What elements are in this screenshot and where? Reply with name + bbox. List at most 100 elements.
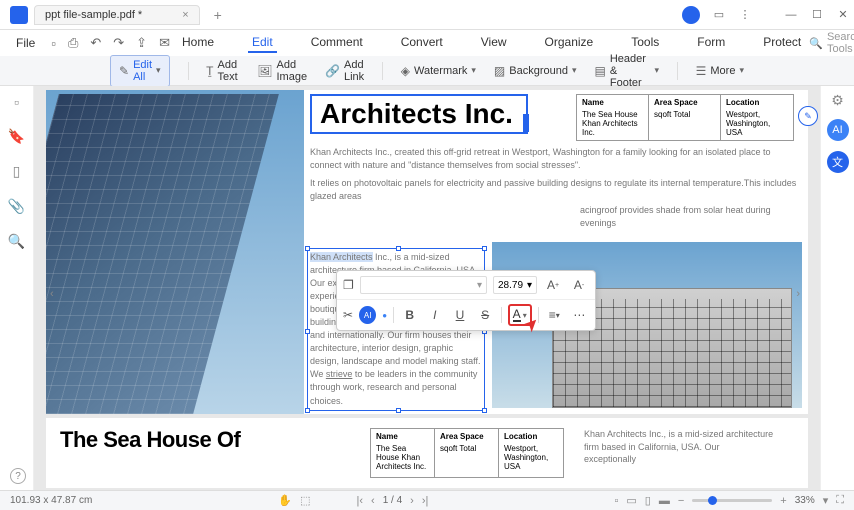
tab-add-button[interactable]: + [208,5,228,25]
page-edit-badge[interactable]: ✎ [798,106,818,126]
italic-button[interactable]: I [425,305,444,325]
chevron-down-icon: ▾ [572,65,577,76]
font-size-input[interactable]: 28.79▾ [493,276,537,294]
settings-sliders-icon[interactable]: ⚙ [831,92,844,109]
document-tab[interactable]: ppt file-sample.pdf * × [34,5,200,25]
strikethrough-button[interactable]: S [476,305,495,325]
zoom-in-icon[interactable]: + [780,495,786,507]
more-button[interactable]: ☰ More ▾ [696,64,744,78]
decrease-font-icon[interactable]: A- [569,275,589,295]
attachments-icon[interactable]: 📎 [8,198,25,215]
selection-handle[interactable] [482,246,487,251]
add-text-button[interactable]: Ṯ Add Text [206,59,239,83]
page2-title[interactable]: The Sea House Of [60,428,350,478]
bold-button[interactable]: B [400,305,419,325]
paragraph-1[interactable]: Khan Architects Inc., created this off-g… [310,146,802,171]
zoom-slider[interactable] [692,499,772,502]
prev-page-icon[interactable]: ‹ [371,495,375,507]
search-panel-icon[interactable]: 🔍 [8,233,25,250]
selection-handle[interactable] [305,246,310,251]
dimensions-display: 101.93 x 47.87 cm [10,495,92,506]
extra-menu-icon[interactable]: ▭ [712,8,726,22]
font-family-dropdown[interactable]: ▾ [360,276,487,294]
fullscreen-icon[interactable]: ⛶ [836,494,844,507]
minimize-button[interactable]: — [784,8,798,22]
zoom-level[interactable]: 33% [795,495,815,506]
bookmarks-icon[interactable]: 🔖 [8,128,25,145]
print-icon[interactable]: ⎙ [64,33,82,53]
comments-icon[interactable]: ▯ [13,163,21,180]
view-mode-3-icon[interactable]: ▯ [645,494,651,507]
selection-handle[interactable] [482,408,487,413]
ai-panel-icon[interactable]: AI [827,119,849,141]
kebab-menu-icon[interactable]: ⋮ [738,8,752,22]
redo-icon[interactable]: ↷ [109,33,128,53]
menu-protect[interactable]: Protect [759,33,805,53]
view-mode-4-icon[interactable]: ▬ [659,495,670,507]
pencil-icon: ✎ [119,64,129,78]
menu-edit[interactable]: Edit [248,33,277,53]
search-tools[interactable]: 🔍 Search Tools [809,31,854,55]
maximize-button[interactable]: ☐ [810,8,824,22]
align-button[interactable]: ≡▾ [545,305,564,325]
header-footer-icon: ▤ [595,64,606,78]
header-footer-button[interactable]: ▤ Header & Footer ▾ [595,53,660,89]
thumbnails-icon[interactable]: ▫ [14,94,19,110]
file-menu[interactable]: File [8,34,43,52]
copy-icon[interactable]: ❐ [343,278,354,292]
prev-page-nav-icon[interactable]: ‹ [50,288,54,300]
watermark-button[interactable]: ◈ Watermark ▾ [401,64,476,78]
more-options-button[interactable]: ⋯ [570,305,589,325]
mail-icon[interactable]: ✉ [155,33,174,53]
ai-button[interactable]: AI [359,306,376,324]
background-icon: ▨ [494,64,505,78]
next-page-nav-icon[interactable]: › [796,288,800,300]
translate-icon[interactable]: 文 [827,151,849,173]
user-avatar[interactable] [682,6,700,24]
menu-convert[interactable]: Convert [397,33,447,53]
share-icon[interactable]: ⇪ [132,33,151,53]
selection-handle[interactable] [305,329,310,334]
next-page-icon[interactable]: › [410,495,414,507]
add-image-button[interactable]: 🖼 Add Image [257,59,307,83]
separator [382,62,383,80]
view-mode-1-icon[interactable]: ▫ [614,495,618,507]
help-button[interactable]: ? [10,468,26,484]
menu-view[interactable]: View [477,33,511,53]
menu-form[interactable]: Form [693,33,729,53]
chevron-down-icon: ▾ [739,65,744,76]
selection-handle[interactable] [396,408,401,413]
menu-tools[interactable]: Tools [627,33,663,53]
add-text-label: Add Text [218,59,240,83]
zoom-thumb[interactable] [708,496,717,505]
selection-handle[interactable] [305,408,310,413]
add-link-button[interactable]: 🔗 Add Link [325,59,364,83]
chevron-down-icon[interactable]: ▾ [823,494,829,507]
menu-home[interactable]: Home [178,33,218,53]
zoom-out-icon[interactable]: − [678,495,684,507]
tab-title: ppt file-sample.pdf * [45,9,142,21]
underlined-text: strieve [326,369,353,379]
edit-all-button[interactable]: ✎ Edit All ▾ [110,55,170,87]
undo-icon[interactable]: ↶ [86,33,105,53]
menu-comment[interactable]: Comment [307,33,367,53]
menu-organize[interactable]: Organize [541,33,598,53]
save-icon[interactable]: ▫ [47,34,60,53]
cut-icon[interactable]: ✂ [343,308,353,322]
selection-handle[interactable] [396,246,401,251]
paragraph-2[interactable]: It relies on photovoltaic panels for ele… [310,177,802,202]
page-indicator[interactable]: 1 / 4 [383,495,402,506]
select-tool-icon[interactable]: ⬚ [300,494,310,507]
tab-close-icon[interactable]: × [182,9,188,21]
first-page-icon[interactable]: |‹ [357,495,364,507]
background-button[interactable]: ▨ Background ▾ [494,64,577,78]
paragraph-3[interactable]: acingroof provides shade from solar heat… [310,204,802,229]
page2-text[interactable]: Khan Architects Inc., is a mid-sized arc… [584,428,774,478]
title-text-box[interactable]: Architects Inc. [310,94,528,134]
close-window-button[interactable]: ✕ [836,8,850,22]
hand-tool-icon[interactable]: ✋ [278,494,292,507]
increase-font-icon[interactable]: A+ [543,275,563,295]
view-mode-2-icon[interactable]: ▭ [626,494,636,507]
last-page-icon[interactable]: ›| [422,495,429,507]
underline-button[interactable]: U [450,305,469,325]
